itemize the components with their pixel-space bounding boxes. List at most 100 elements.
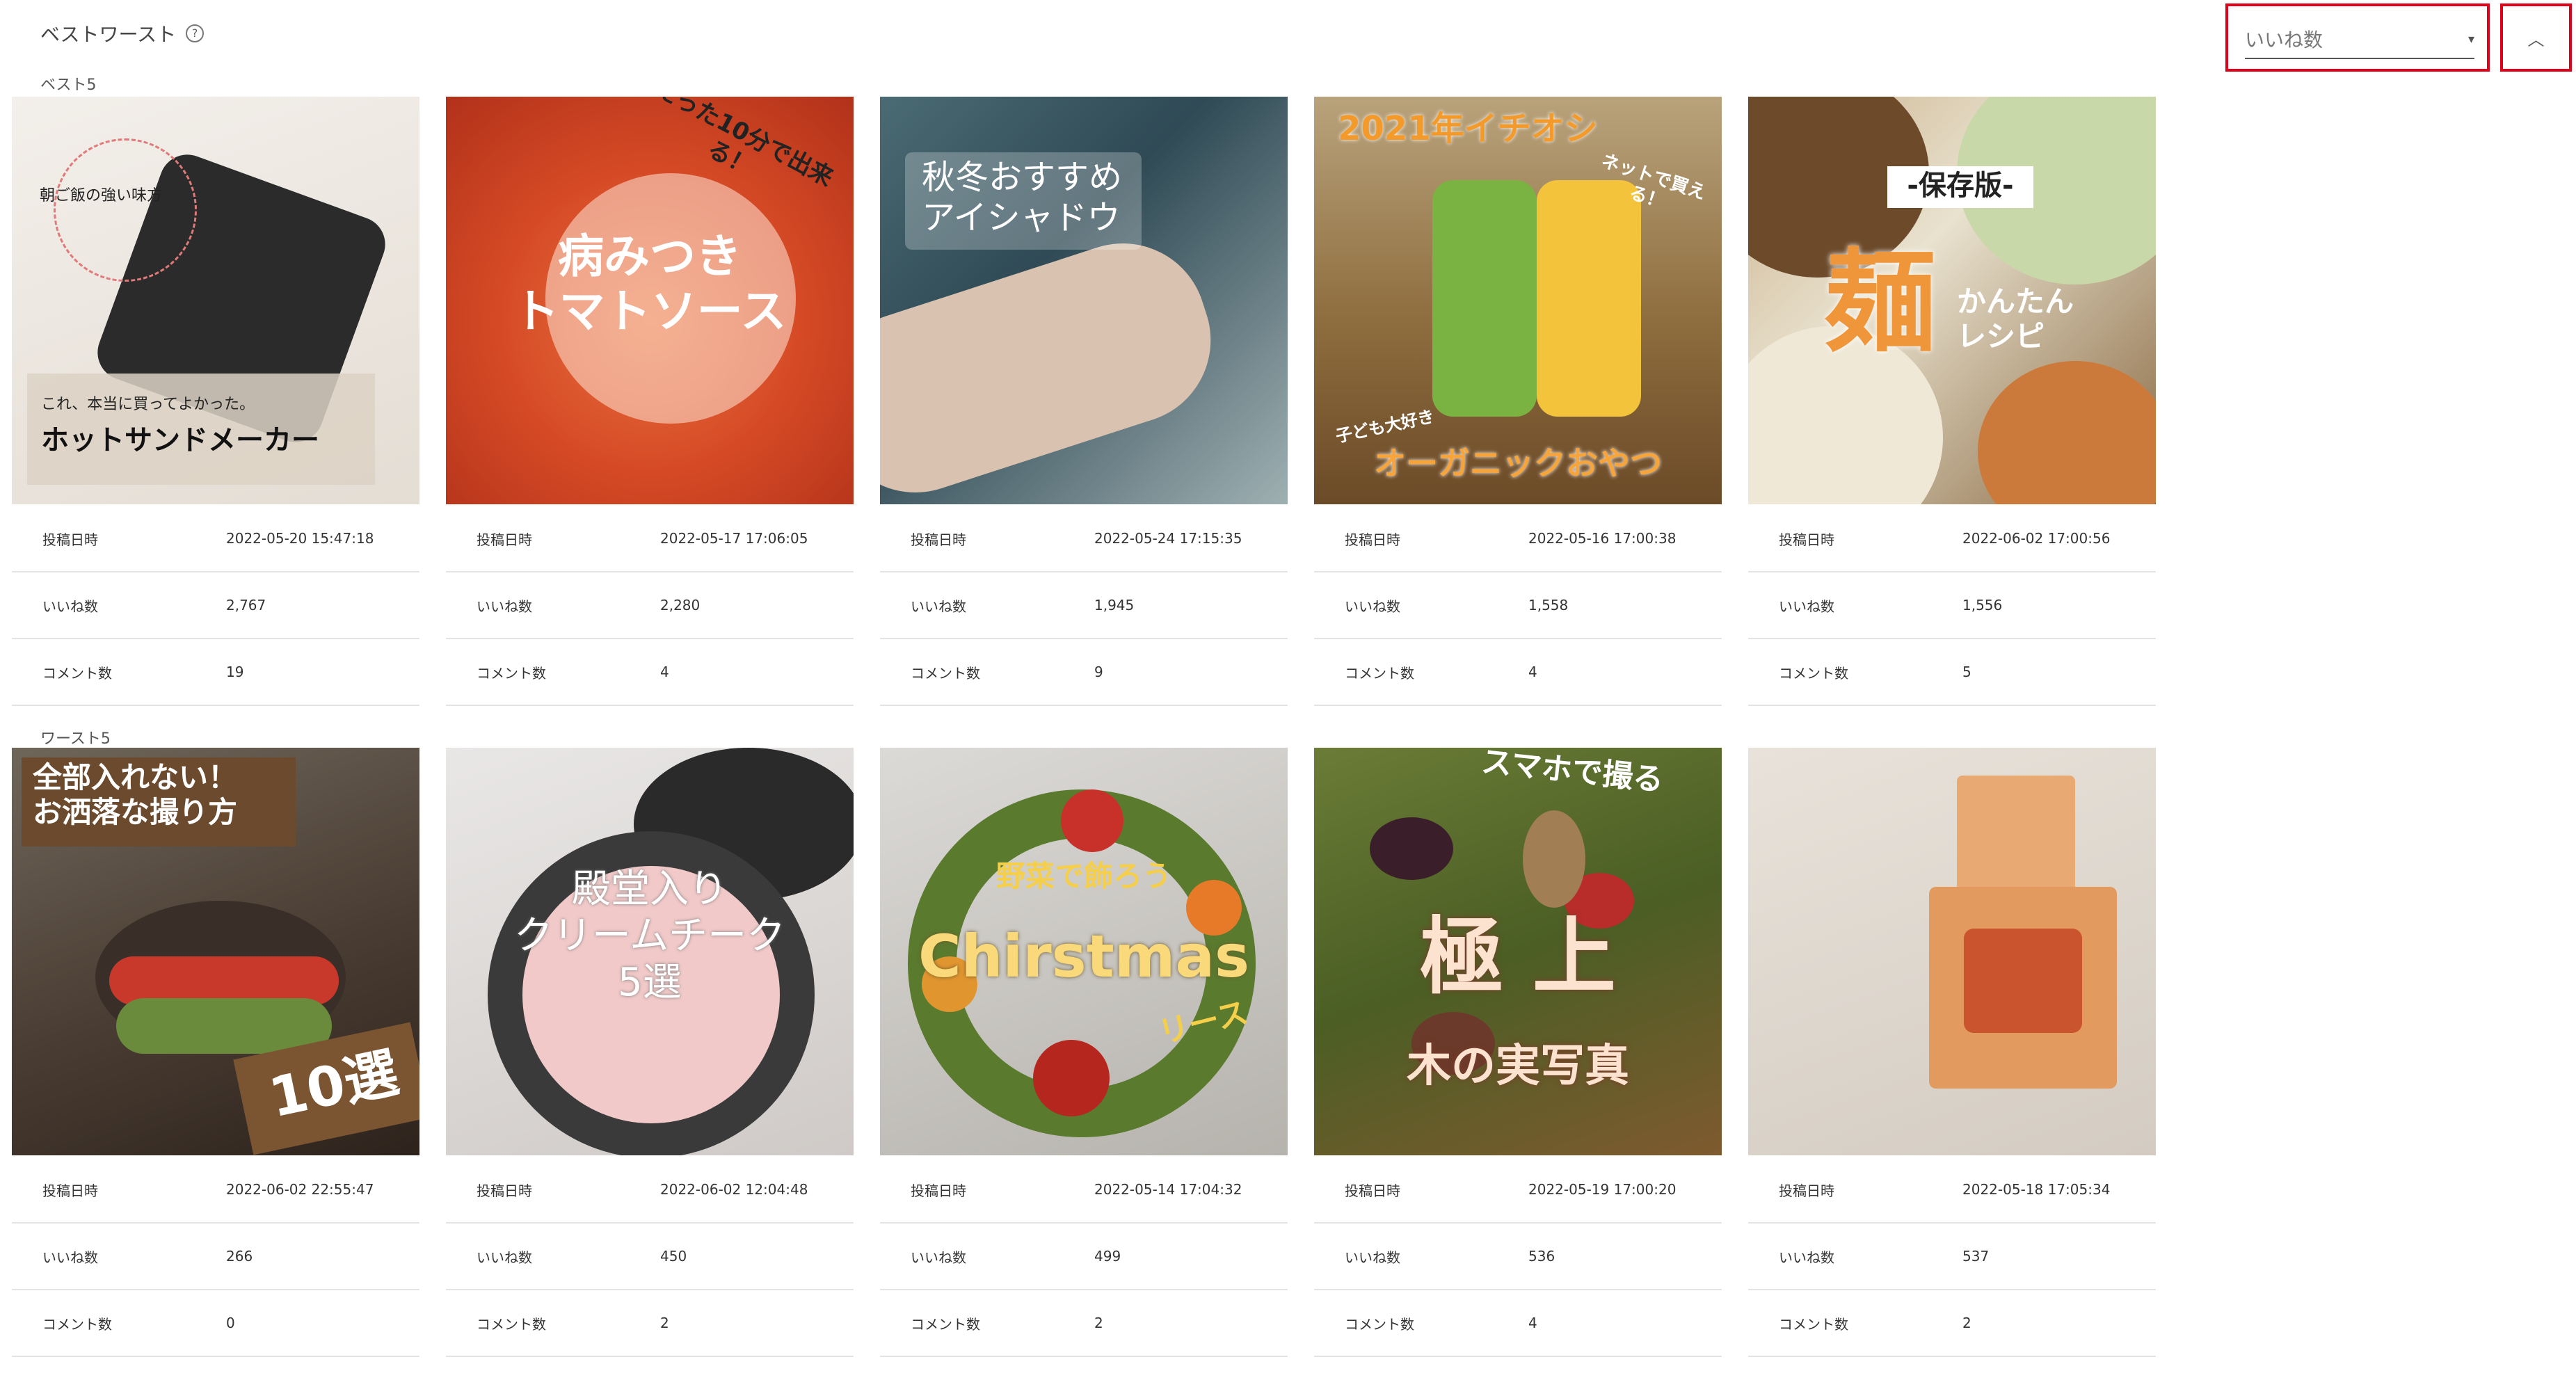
post-thumbnail[interactable]: -保存版- 麺 かんたん レシピ (1748, 97, 2156, 504)
table-row: いいね数 499 (880, 1223, 1288, 1290)
collapse-button[interactable]: ︿ (2500, 3, 2572, 72)
post-thumbnail[interactable]: たった10分で出来る！ 病みつき トマトソース (446, 97, 854, 504)
stat-label: いいね数 (446, 1223, 660, 1290)
post-thumbnail[interactable] (1748, 748, 2156, 1155)
stat-value: 2 (1094, 1290, 1288, 1357)
thumbnail-caption: 子ども大好き (1334, 406, 1437, 447)
stat-value: 2022-06-02 12:04:48 (660, 1157, 854, 1223)
thumbnail-caption: 木の実写真 (1407, 1041, 1629, 1092)
post-stats-table: 投稿日時 2022-05-24 17:15:35 いいね数 1,945 コメント数 9 (880, 506, 1288, 706)
stat-value: 1,945 (1094, 572, 1288, 639)
best-section-label: ベスト5 (40, 77, 97, 94)
table-row: コメント数 4 (446, 639, 854, 706)
stat-label: コメント数 (880, 639, 1094, 706)
page-title: ベストワースト (40, 23, 177, 46)
worst-card-5[interactable]: 投稿日時 2022-05-18 17:05:34 いいね数 537 コメント数 2 (1748, 748, 2156, 1357)
table-row: コメント数 9 (880, 639, 1288, 706)
stat-value: 4 (660, 639, 854, 706)
table-row: 投稿日時 2022-05-14 17:04:32 (880, 1157, 1288, 1223)
sort-select[interactable]: いいね数 ▾ (2225, 3, 2490, 72)
stat-label: 投稿日時 (446, 506, 660, 572)
post-stats-table: 投稿日時 2022-05-16 17:00:38 いいね数 1,558 コメント数 4 (1314, 506, 1722, 706)
stat-value: 1,556 (1962, 572, 2156, 639)
post-stats-table: 投稿日時 2022-05-20 15:47:18 いいね数 2,767 コメント数 1… (12, 506, 419, 706)
stat-label: いいね数 (880, 1223, 1094, 1290)
best-card-3[interactable]: 秋冬おすすめ アイシャドウ 投稿日時 2022-05-24 17:15:35 いい… (880, 97, 1288, 706)
stat-label: 投稿日時 (12, 1157, 226, 1223)
stat-value: 5 (1962, 639, 2156, 706)
post-thumbnail[interactable]: スマホで撮る 極 上 木の実写真 (1314, 748, 1722, 1155)
post-stats-table: 投稿日時 2022-06-02 22:55:47 いいね数 266 コメント数 0 (12, 1157, 419, 1357)
stat-value: 499 (1094, 1223, 1288, 1290)
post-thumbnail[interactable]: 殿堂入り クリームチーク 5選 (446, 748, 854, 1155)
table-row: いいね数 537 (1748, 1223, 2156, 1290)
thumbnail-caption: ホットサンドメーカー (41, 424, 319, 456)
thumbnail-caption: 全部入れない！ お洒落な撮り方 (33, 760, 238, 830)
table-row: コメント数 4 (1314, 1290, 1722, 1357)
post-thumbnail[interactable]: 秋冬おすすめ アイシャドウ (880, 97, 1288, 504)
stat-label: いいね数 (12, 1223, 226, 1290)
stat-value: 2022-05-19 17:00:20 (1528, 1157, 1722, 1223)
stat-value: 0 (226, 1290, 419, 1357)
table-row: コメント数 19 (12, 639, 419, 706)
best-card-2[interactable]: たった10分で出来る！ 病みつき トマトソース 投稿日時 2022-05-17 1… (446, 97, 854, 706)
worst-card-4[interactable]: スマホで撮る 極 上 木の実写真 投稿日時 2022-05-19 17:00:20… (1314, 748, 1722, 1357)
best-card-5[interactable]: -保存版- 麺 かんたん レシピ 投稿日時 2022-06-02 17:00:56… (1748, 97, 2156, 706)
stat-label: コメント数 (1314, 1290, 1528, 1357)
table-row: 投稿日時 2022-06-02 22:55:47 (12, 1157, 419, 1223)
thumbnail-caption: 極 上 (1420, 909, 1616, 1006)
table-row: 投稿日時 2022-06-02 12:04:48 (446, 1157, 854, 1223)
table-row: いいね数 2,767 (12, 572, 419, 639)
stat-value: 2022-06-02 17:00:56 (1962, 506, 2156, 572)
stat-value: 2022-05-14 17:04:32 (1094, 1157, 1288, 1223)
stat-value: 2022-06-02 22:55:47 (226, 1157, 419, 1223)
table-row: 投稿日時 2022-05-16 17:00:38 (1314, 506, 1722, 572)
table-row: いいね数 1,556 (1748, 572, 2156, 639)
stat-label: コメント数 (1314, 639, 1528, 706)
thumbnail-caption: オーガニックおやつ (1374, 444, 1662, 482)
sort-select-field[interactable]: いいね数 ▾ (2245, 20, 2474, 59)
stat-label: コメント数 (880, 1290, 1094, 1357)
stat-label: コメント数 (446, 1290, 660, 1357)
stat-label: 投稿日時 (1314, 1157, 1528, 1223)
chevron-up-icon: ︿ (2527, 29, 2545, 49)
stat-value: 2,767 (226, 572, 419, 639)
stat-label: いいね数 (1314, 1223, 1528, 1290)
best-card-4[interactable]: 2021年イチオシ ネットで買える！ 子ども大好き オーガニックおやつ 投稿日時… (1314, 97, 1722, 706)
stat-value: 2022-05-17 17:06:05 (660, 506, 854, 572)
table-row: コメント数 0 (12, 1290, 419, 1357)
best-card-1[interactable]: 朝ご飯の強い味方 これ、本当に買ってよかった。 ホットサンドメーカー 投稿日時 2… (12, 97, 419, 706)
post-stats-table: 投稿日時 2022-06-02 12:04:48 いいね数 450 コメント数 2 (446, 1157, 854, 1357)
stat-value: 2 (660, 1290, 854, 1357)
stat-label: 投稿日時 (880, 1157, 1094, 1223)
stat-label: コメント数 (12, 639, 226, 706)
stat-label: 投稿日時 (446, 1157, 660, 1223)
thumbnail-caption: -保存版- (1907, 170, 2014, 202)
stat-value: 537 (1962, 1223, 2156, 1290)
post-thumbnail[interactable]: 朝ご飯の強い味方 これ、本当に買ってよかった。 ホットサンドメーカー (12, 97, 419, 504)
stat-value: 450 (660, 1223, 854, 1290)
stat-value: 2022-05-24 17:15:35 (1094, 506, 1288, 572)
post-thumbnail[interactable]: 全部入れない！ お洒落な撮り方 10選 (12, 748, 419, 1155)
question-circle-icon[interactable]: ? (186, 24, 205, 42)
sort-select-value: いいね数 (2245, 29, 2323, 51)
table-row: 投稿日時 2022-05-20 15:47:18 (12, 506, 419, 572)
table-row: いいね数 1,558 (1314, 572, 1722, 639)
thumbnail-caption: 朝ご飯の強い味方 (40, 187, 163, 204)
post-stats-table: 投稿日時 2022-05-18 17:05:34 いいね数 537 コメント数 2 (1748, 1157, 2156, 1357)
post-thumbnail[interactable]: 野菜で飾ろう Chirstmas リース (880, 748, 1288, 1155)
stat-label: コメント数 (12, 1290, 226, 1357)
post-stats-table: 投稿日時 2022-05-14 17:04:32 いいね数 499 コメント数 2 (880, 1157, 1288, 1357)
table-row: コメント数 2 (880, 1290, 1288, 1357)
post-thumbnail[interactable]: 2021年イチオシ ネットで買える！ 子ども大好き オーガニックおやつ (1314, 97, 1722, 504)
stat-label: いいね数 (446, 572, 660, 639)
stat-value: 2022-05-20 15:47:18 (226, 506, 419, 572)
worst-card-3[interactable]: 野菜で飾ろう Chirstmas リース 投稿日時 2022-05-14 17:0… (880, 748, 1288, 1357)
thumbnail-caption: 秋冬おすすめ アイシャドウ (922, 158, 1123, 237)
stat-value: 2022-05-18 17:05:34 (1962, 1157, 2156, 1223)
table-row: 投稿日時 2022-05-18 17:05:34 (1748, 1157, 2156, 1223)
worst-card-1[interactable]: 全部入れない！ お洒落な撮り方 10選 投稿日時 2022-06-02 22:55… (12, 748, 419, 1357)
worst-card-2[interactable]: 殿堂入り クリームチーク 5選 投稿日時 2022-06-02 12:04:48 … (446, 748, 854, 1357)
stat-value: 19 (226, 639, 419, 706)
stat-value: 2,280 (660, 572, 854, 639)
